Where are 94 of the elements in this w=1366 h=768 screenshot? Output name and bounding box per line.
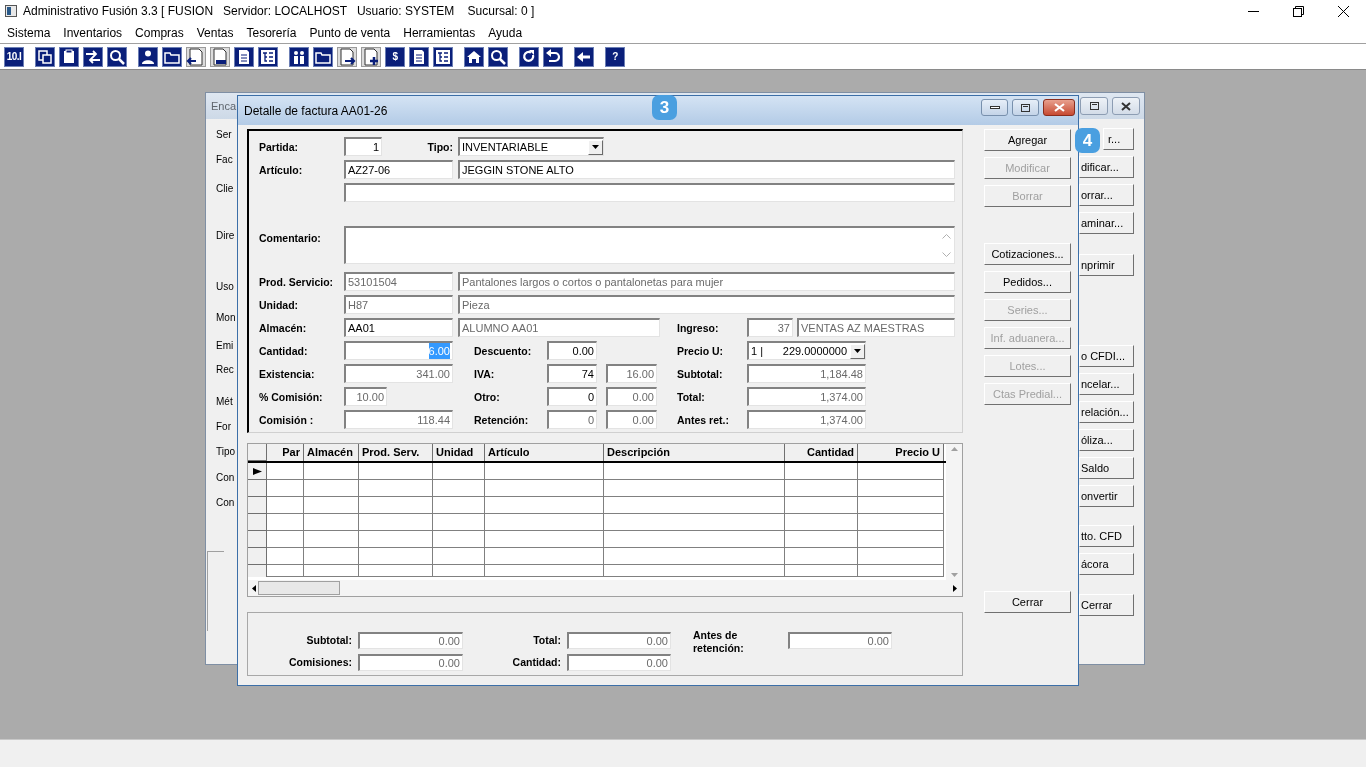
input-field[interactable]: 0.00 <box>788 631 892 649</box>
field-label: Subtotal: <box>306 634 352 646</box>
field-label: Precio U: <box>677 344 724 357</box>
field-label: Subtotal: <box>677 367 723 380</box>
field-label: Otro: <box>474 390 500 403</box>
input-field[interactable]: 0.00 <box>547 341 597 360</box>
field-label: Rec <box>216 363 235 377</box>
menu-item[interactable]: Compras <box>129 25 190 40</box>
input-field[interactable]: AZ27-06 <box>344 160 453 179</box>
field-label: Total: <box>533 634 561 646</box>
menu-item[interactable]: Herramientas <box>397 25 482 40</box>
toolbar-button[interactable]: 10.I <box>4 46 24 67</box>
field-label: Mon <box>216 311 236 325</box>
window-button[interactable]: dificar... <box>1079 156 1134 178</box>
column-header[interactable]: Almacén <box>304 444 359 461</box>
dropdown[interactable]: 1 | 229.0000000 <box>747 341 866 360</box>
column-header[interactable]: Unidad <box>433 444 485 461</box>
field-label: Emi <box>216 339 235 353</box>
window-button[interactable]: r... <box>1103 128 1134 150</box>
field-label: Artículo: <box>259 163 303 176</box>
field-label: Clie <box>216 182 235 196</box>
dropdown[interactable]: INVENTARIABLE <box>458 137 604 156</box>
input-field[interactable]: 0.00 <box>567 653 671 671</box>
window-button[interactable]: onvertir <box>1079 485 1134 507</box>
field-label: Dire <box>216 229 236 243</box>
field-label: Tipo: <box>427 140 453 153</box>
field-label: Existencia: <box>259 367 315 380</box>
window-title: Enca <box>211 100 237 112</box>
window-button[interactable]: Cerrar <box>1079 594 1134 616</box>
window-button[interactable]: ncelar... <box>1079 373 1134 395</box>
column-header[interactable]: Precio U <box>858 444 944 461</box>
menu-item[interactable]: Inventarios <box>57 25 129 40</box>
column-header[interactable]: Cantidad <box>785 444 858 461</box>
menu-item[interactable]: Tesorería <box>240 25 303 40</box>
input-field[interactable]: 0.00 <box>358 631 463 649</box>
field-label: IVA: <box>474 367 495 380</box>
window-button[interactable]: orrar... <box>1079 184 1134 206</box>
field-label: Mét <box>216 395 234 409</box>
window-button[interactable]: tto. CFD <box>1079 525 1134 547</box>
field-label: Ingreso: <box>677 321 719 334</box>
input-field[interactable]: JEGGIN STONE ALTO <box>458 160 955 179</box>
field-label: Almacén: <box>259 321 307 334</box>
field-label: Ser <box>216 128 233 142</box>
input-field[interactable]: 74 <box>547 364 597 383</box>
field-label: Partida: <box>259 140 299 153</box>
column-header[interactable]: Artículo <box>485 444 604 461</box>
dialog-button[interactable]: Pedidos... <box>984 271 1071 293</box>
dialog-button[interactable]: Agregar <box>984 129 1071 151</box>
field-label: Comisión : <box>259 413 314 426</box>
field-label: % Comisión: <box>259 390 323 403</box>
input-field[interactable]: 1 <box>344 137 382 156</box>
input-field[interactable]: 0 <box>547 387 597 406</box>
window-title: Administrativo Fusión 3.3 [ FUSION Servidor: LOCALHOST Usuario: SYSTEM Sucursal: 0 ] <box>23 4 535 18</box>
dialog-button[interactable]: Cerrar <box>984 591 1071 613</box>
input-field[interactable]: AA01 <box>344 318 453 337</box>
column-header[interactable]: Prod. Serv. <box>359 444 433 461</box>
input-field[interactable]: 0.00 <box>358 653 463 671</box>
window-button[interactable]: nprimir <box>1079 254 1134 276</box>
field-label: Antes ret.: <box>677 413 729 426</box>
field-label: Retención: <box>474 413 529 426</box>
window-button[interactable]: relación... <box>1079 401 1134 423</box>
window-button[interactable]: Saldo <box>1079 457 1134 479</box>
column-header[interactable]: Descripción <box>604 444 785 461</box>
dialog-button[interactable]: Cotizaciones... <box>984 243 1071 265</box>
dialog-title: Detalle de factura AA01-26 <box>244 103 388 118</box>
step-badge: 4 <box>1075 128 1100 153</box>
menu-item[interactable]: Ayuda <box>482 25 529 40</box>
field-label: Antes de retención: <box>692 629 745 655</box>
window-button[interactable]: óliza... <box>1079 429 1134 451</box>
menu-item[interactable]: Punto de venta <box>303 25 397 40</box>
toolbar-button[interactable]: ? <box>605 46 625 67</box>
window-button[interactable]: aminar... <box>1079 212 1134 234</box>
step-badge: 3 <box>652 95 677 120</box>
field-label: Prod. Servicio: <box>259 275 334 288</box>
menu-item[interactable]: Sistema <box>1 25 57 40</box>
field-label: Con <box>216 496 236 510</box>
field-label: Con <box>216 471 236 485</box>
field-label: Cantidad: <box>512 656 561 668</box>
field-label: Uso <box>216 280 235 294</box>
input-field[interactable]: 0.00 <box>567 631 671 649</box>
toolbar-button[interactable]: $ <box>385 46 405 67</box>
column-header[interactable]: Par <box>267 444 304 461</box>
field-label: Total: <box>677 390 705 403</box>
menu-item[interactable]: Ventas <box>190 25 240 40</box>
field-label: For <box>216 420 232 434</box>
window-button[interactable]: ácora <box>1079 553 1134 575</box>
field-label: Comentario: <box>259 232 321 244</box>
field-label: Tipo <box>216 445 236 459</box>
field-label: Cantidad: <box>259 344 308 357</box>
window-button[interactable]: o CFDI... <box>1079 345 1134 367</box>
field-label: Comisiones: <box>289 656 352 668</box>
field-label: Descuento: <box>474 344 532 357</box>
field-label: Fac <box>216 153 234 167</box>
field-label: Unidad: <box>259 298 299 311</box>
